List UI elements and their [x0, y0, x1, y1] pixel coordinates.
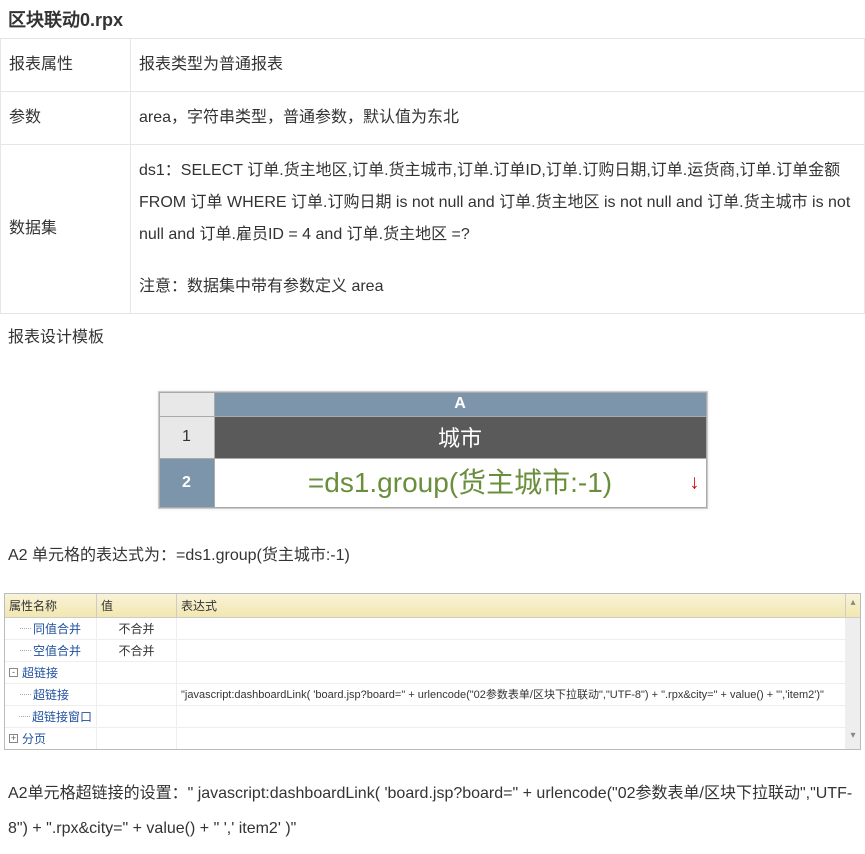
value-params: area，字符串类型，普通参数，默认值为东北 [131, 92, 865, 145]
tree-expand-icon[interactable]: + [9, 734, 18, 743]
prop-expr[interactable]: "javascript:dashboardLink( 'board.jsp?bo… [177, 684, 846, 705]
row-dataset: 数据集 ds1：SELECT 订单.货主地区,订单.货主城市,订单.订单ID,订… [1, 145, 865, 314]
prop-col-value: 值 [97, 594, 177, 617]
scrollbar-track[interactable] [846, 706, 860, 727]
a2-expression-text: A2 单元格的表达式为：=ds1.group(货主城市:-1) [0, 519, 865, 581]
prop-name[interactable]: + 分页 [5, 728, 97, 749]
info-table: 报表属性 报表类型为普通报表 参数 area，字符串类型，普通参数，默认值为东北… [0, 38, 865, 314]
prop-row-hyperlink-group: - 超链接 [5, 662, 860, 684]
label-dataset: 数据集 [1, 145, 131, 314]
prop-name[interactable]: 超链接 [5, 684, 97, 705]
prop-expr[interactable] [177, 618, 846, 639]
prop-row-empty-merge: 空值合并 不合并 [5, 640, 860, 662]
prop-col-expr: 表达式 [177, 594, 846, 617]
prop-name[interactable]: 超链接窗口 [5, 706, 97, 727]
expand-down-icon: ↓ [690, 471, 700, 494]
value-report-properties: 报表类型为普通报表 [131, 39, 865, 92]
scrollbar-track[interactable] [846, 640, 860, 661]
row-params: 参数 area，字符串类型，普通参数，默认值为东北 [1, 92, 865, 145]
grid-cell-a2: =ds1.group(货主城市:-1) [308, 467, 612, 498]
prop-value[interactable] [97, 662, 177, 683]
hyperlink-explanation: A2单元格超链接的设置：" javascript:dashboardLink( … [0, 750, 865, 854]
prop-row-paging: + 分页 ▾ [5, 728, 860, 749]
value-dataset: ds1：SELECT 订单.货主地区,订单.货主城市,订单.订单ID,订单.订购… [131, 145, 865, 314]
label-report-properties: 报表属性 [1, 39, 131, 92]
row-report-properties: 报表属性 报表类型为普通报表 [1, 39, 865, 92]
prop-expr[interactable] [177, 728, 846, 749]
prop-row-same-merge: 同值合并 不合并 [5, 618, 860, 640]
grid-cell-a2-wrap: =ds1.group(货主城市:-1) ↓ [214, 458, 706, 507]
prop-value[interactable]: 不合并 [97, 618, 177, 639]
scrollbar-track[interactable] [846, 618, 860, 639]
dataset-note: 注意：数据集中带有参数定义 area [139, 271, 856, 303]
prop-expr[interactable] [177, 640, 846, 661]
prop-expr[interactable] [177, 706, 846, 727]
prop-value[interactable] [97, 684, 177, 705]
label-params: 参数 [1, 92, 131, 145]
prop-expr[interactable] [177, 662, 846, 683]
template-grid-illustration: A 1 城市 2 =ds1.group(货主城市:-1) ↓ [158, 391, 708, 509]
prop-value[interactable] [97, 728, 177, 749]
prop-name[interactable]: 空值合并 [5, 640, 97, 661]
scrollbar-track[interactable] [846, 684, 860, 705]
prop-name[interactable]: - 超链接 [5, 662, 97, 683]
scroll-down-icon[interactable]: ▾ [846, 728, 860, 749]
grid-corner [159, 392, 214, 416]
property-panel: 属性名称 值 表达式 ▴ 同值合并 不合并 空值合并 不合并 - 超链接 [4, 593, 861, 750]
grid-cell-a1: 城市 [214, 416, 706, 458]
scroll-up-icon[interactable]: ▴ [846, 594, 860, 617]
prop-value[interactable]: 不合并 [97, 640, 177, 661]
prop-row-hyperlink-window: 超链接窗口 [5, 706, 860, 728]
prop-value[interactable] [97, 706, 177, 727]
scrollbar-track[interactable] [846, 662, 860, 683]
prop-name[interactable]: 同值合并 [5, 618, 97, 639]
grid-row-2-header: 2 [159, 458, 214, 507]
dataset-sql: ds1：SELECT 订单.货主地区,订单.货主城市,订单.订单ID,订单.订购… [139, 155, 856, 251]
property-header: 属性名称 值 表达式 ▴ [5, 594, 860, 618]
prop-col-name: 属性名称 [5, 594, 97, 617]
design-template-heading: 报表设计模板 [0, 314, 865, 363]
tree-collapse-icon[interactable]: - [9, 668, 18, 677]
page-title: 区块联动0.rpx [0, 0, 865, 38]
grid-row-1-header: 1 [159, 416, 214, 458]
prop-row-hyperlink: 超链接 "javascript:dashboardLink( 'board.js… [5, 684, 860, 706]
grid-col-a-header: A [214, 392, 706, 416]
